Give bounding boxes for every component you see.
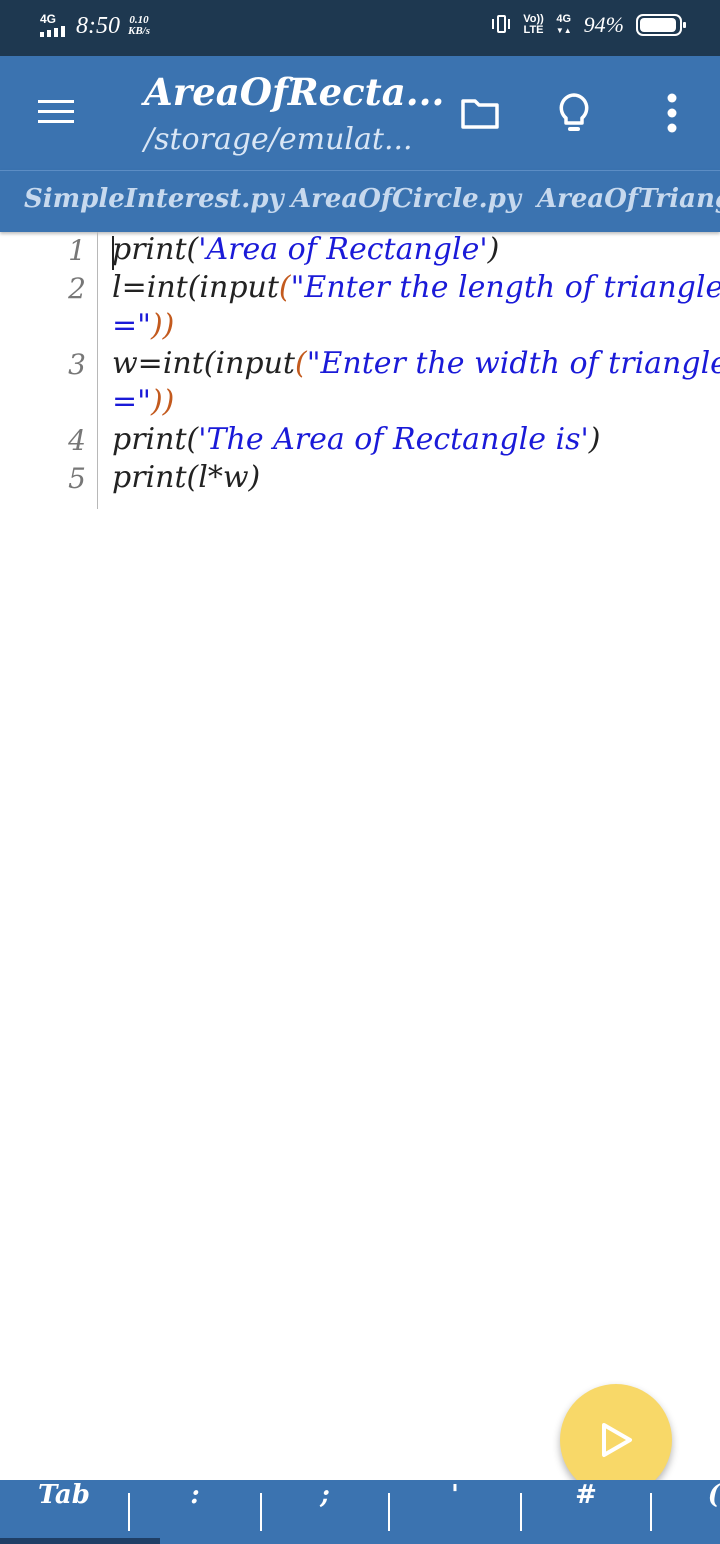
file-tabs: SimpleInterest.py AreaOfCircle.py AreaOf… <box>0 170 720 232</box>
code-string: 'Area of Rectangle' <box>198 232 488 267</box>
code-token: print(l*w) <box>112 460 261 495</box>
code-line-2-wrap[interactable]: =")) <box>112 308 174 343</box>
code-line-3-wrap[interactable]: =")) <box>112 384 174 419</box>
code-line-3[interactable]: w=int(input("Enter the width of triangle <box>112 346 720 381</box>
code-line-2[interactable]: l=int(input("Enter the length of triangl… <box>112 270 720 305</box>
key-open-paren[interactable]: ( <box>652 1480 720 1538</box>
menu-icon[interactable] <box>38 98 74 128</box>
key-hash[interactable]: # <box>522 1480 650 1538</box>
code-token: ) <box>487 232 500 267</box>
volte-indicator: Vo)) LTE <box>523 14 544 36</box>
tab-areaofcircle[interactable]: AreaOfCircle.py <box>291 184 521 214</box>
code-paren: ( <box>278 270 291 305</box>
clock: 8:50 <box>76 12 120 39</box>
status-left: 4G 8:50 0.10 KB/s <box>38 12 150 40</box>
code-paren: )) <box>150 384 175 419</box>
code-paren: )) <box>150 308 175 343</box>
code-token: w=int(input <box>112 346 295 381</box>
play-icon <box>602 1423 632 1457</box>
key-semicolon[interactable]: ; <box>262 1480 388 1538</box>
key-colon[interactable]: : <box>130 1480 260 1538</box>
key-quote[interactable]: ' <box>390 1480 520 1538</box>
tab-areaoftriangle[interactable]: AreaOfTriangle <box>537 184 720 214</box>
file-path: /storage/emulat... <box>144 122 413 157</box>
line-number: 2 <box>68 272 86 305</box>
network-type-right-label: 4G <box>556 13 572 25</box>
line-number: 3 <box>68 348 86 381</box>
lte-label: LTE <box>523 24 544 36</box>
code-string: "Enter the width of triangle <box>306 346 720 381</box>
app-bar: AreaOfRecta... /storage/emulat... <box>0 56 720 170</box>
code-string: "Enter the length of triangle <box>290 270 720 305</box>
tab-simpleinterest[interactable]: SimpleInterest.py <box>24 184 284 214</box>
more-vert-icon[interactable] <box>660 92 684 134</box>
gutter-divider <box>97 232 98 509</box>
line-number: 5 <box>68 462 86 495</box>
battery-percent: 94% <box>583 12 624 37</box>
extra-keys-bar: Tab : ; ' # ( <box>0 1480 720 1544</box>
folder-icon[interactable] <box>460 96 500 130</box>
status-right: Vo)) LTE 4G ▼▲ 94% <box>491 12 686 38</box>
data-arrows-icon: ▼▲ <box>555 26 572 35</box>
code-token: print( <box>112 422 199 457</box>
battery-icon <box>636 14 686 36</box>
vibrate-icon <box>491 12 511 38</box>
network-type-left: 4G <box>40 12 57 26</box>
key-scroll-indicator <box>0 1538 160 1544</box>
code-token: l=int(input <box>112 270 279 305</box>
signal-icon: 4G <box>38 12 70 40</box>
lightbulb-icon[interactable] <box>556 92 592 134</box>
code-token: print( <box>112 232 199 267</box>
network-speed: 0.10 KB/s <box>128 15 150 37</box>
status-bar: 4G 8:50 0.10 KB/s Vo)) LTE 4G ▼▲ 94% <box>0 0 720 56</box>
key-tab[interactable]: Tab <box>0 1480 128 1538</box>
code-string: 'The Area of Rectangle is' <box>198 422 589 457</box>
code-string: =" <box>112 384 151 419</box>
code-line-4[interactable]: print('The Area of Rectangle is') <box>112 422 600 457</box>
code-line-5[interactable]: print(l*w) <box>112 460 260 495</box>
code-line-1[interactable]: print('Area of Rectangle') <box>112 232 499 267</box>
network-speed-unit: KB/s <box>128 25 151 37</box>
code-paren: ( <box>295 346 307 381</box>
network-type-right: 4G ▼▲ <box>556 14 572 36</box>
code-token: ) <box>588 422 601 457</box>
line-number: 4 <box>68 424 86 457</box>
code-string: =" <box>112 308 151 343</box>
line-number: 1 <box>68 234 86 267</box>
file-title: AreaOfRecta... <box>144 70 445 114</box>
